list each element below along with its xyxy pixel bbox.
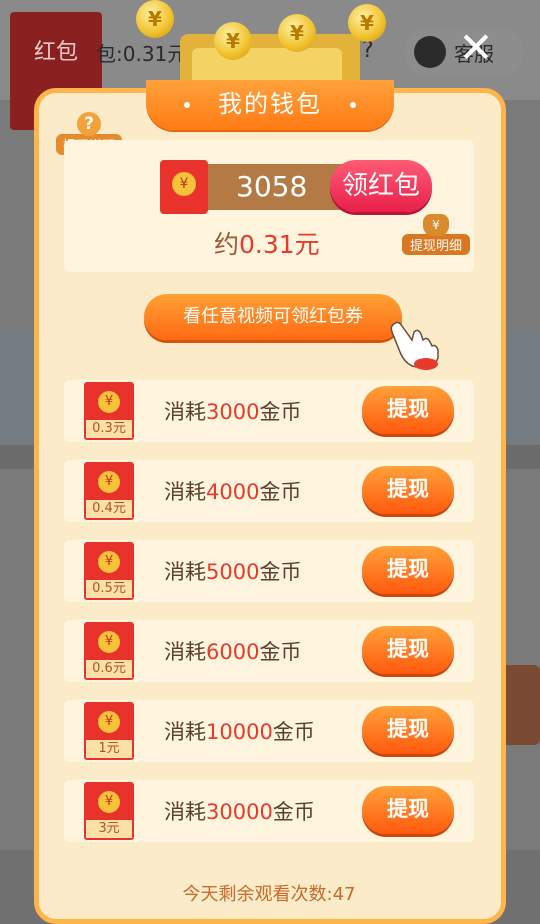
cost-coins: 10000 [206,720,273,744]
red-envelope-icon: ¥0.4元 [84,462,134,520]
yuan-coin-icon: ¥ [278,14,316,52]
watch-video-button[interactable]: 看任意视频可领红包券 [144,294,402,340]
close-icon[interactable]: ✕ [452,24,500,72]
cost-suffix: 金币 [259,560,302,584]
customer-service-icon [414,36,446,68]
withdraw-row: ¥0.6元 消耗6000金币 提现 [64,620,474,682]
withdraw-amount: 3元 [86,820,132,838]
red-envelope-icon: ¥0.6元 [84,622,134,680]
withdraw-button[interactable]: 提现 [362,786,454,834]
withdraw-cost: 消耗3000金币 [164,396,301,426]
background-building-right [500,330,540,440]
ribbon-dot [184,102,190,108]
cost-suffix: 金币 [259,400,302,424]
withdraw-button[interactable]: 提现 [362,466,454,514]
withdraw-cost: 消耗5000金币 [164,556,301,586]
red-envelope-icon: ¥ [160,160,208,214]
yuan-coin-icon: ¥ [348,4,386,42]
withdraw-button[interactable]: 提现 [362,706,454,754]
background-balance-text: 包:0.31元 [96,42,188,66]
remaining-views-text: 今天剩余观看次数:47 [182,884,356,905]
yuan-coin-icon: ¥ [214,22,252,60]
withdraw-button[interactable]: 提现 [362,546,454,594]
withdraw-amount: 0.5元 [86,580,132,598]
withdraw-row: ¥0.3元 消耗3000金币 提现 [64,380,474,442]
withdraw-row: ¥3元 消耗30000金币 提现 [64,780,474,842]
withdraw-detail-button[interactable]: ¥ 提现明细 [402,214,470,260]
yuan-coin-icon: ¥ [98,551,120,573]
withdraw-button[interactable]: 提现 [362,386,454,434]
question-icon: ? [77,112,101,136]
withdraw-row: ¥0.5元 消耗5000金币 提现 [64,540,474,602]
modal-title-ribbon: 我的钱包 [146,80,394,130]
yuan-coin-icon: ¥ [136,0,174,38]
yuan-coin-icon: ¥ [98,791,120,813]
yuan-coin-icon: ¥ [172,172,196,196]
cost-prefix: 消耗 [164,400,206,424]
yuan-coin-icon: ¥ [98,391,120,413]
approx-amount: 0.31元 [239,230,320,259]
claim-red-packet-button[interactable]: 领红包 [330,160,432,212]
withdraw-row: ¥0.4元 消耗4000金币 提现 [64,460,474,522]
background-decoration [500,665,540,745]
cost-suffix: 金币 [272,800,315,824]
money-bag-icon: ¥ [423,214,449,236]
ribbon-dot [350,102,356,108]
withdraw-cost: 消耗30000金币 [164,796,315,826]
cost-prefix: 消耗 [164,800,206,824]
withdraw-cost: 消耗10000金币 [164,716,315,746]
withdraw-row: ¥1元 消耗10000金币 提现 [64,700,474,762]
cost-prefix: 消耗 [164,480,206,504]
cost-suffix: 金币 [259,480,302,504]
withdraw-amount: 0.3元 [86,420,132,438]
modal-title: 我的钱包 [218,90,322,118]
red-envelope-icon: ¥0.5元 [84,542,134,600]
red-envelope-icon: ¥0.3元 [84,382,134,440]
withdraw-cost: 消耗4000金币 [164,476,301,506]
cost-suffix: 金币 [259,640,302,664]
cost-prefix: 消耗 [164,560,206,584]
withdraw-list: ¥0.3元 消耗3000金币 提现 ¥0.4元 消耗4000金币 提现 ¥0.5… [64,380,474,860]
withdraw-amount: 0.6元 [86,660,132,678]
cost-coins: 4000 [206,480,260,504]
withdraw-detail-label: 提现明细 [402,234,470,255]
withdraw-button[interactable]: 提现 [362,626,454,674]
cost-prefix: 消耗 [164,720,206,744]
withdraw-amount: 0.4元 [86,500,132,518]
background-red-packet-label: 红包 [33,40,78,65]
cost-coins: 6000 [206,640,260,664]
approx-prefix: 约 [214,230,240,259]
cost-coins: 3000 [206,400,260,424]
cost-coins: 5000 [206,560,260,584]
cost-prefix: 消耗 [164,640,206,664]
yuan-coin-icon: ¥ [98,711,120,733]
yuan-coin-icon: ¥ [98,471,120,493]
red-envelope-icon: ¥1元 [84,702,134,760]
hand-pointer-icon [390,321,439,370]
cost-suffix: 金币 [272,720,315,744]
withdraw-amount: 1元 [86,740,132,758]
cost-coins: 30000 [206,800,273,824]
withdraw-cost: 消耗6000金币 [164,636,301,666]
yuan-coin-icon: ¥ [98,631,120,653]
approx-value: 约0.31元 [214,225,320,261]
red-envelope-icon: ¥3元 [84,782,134,840]
